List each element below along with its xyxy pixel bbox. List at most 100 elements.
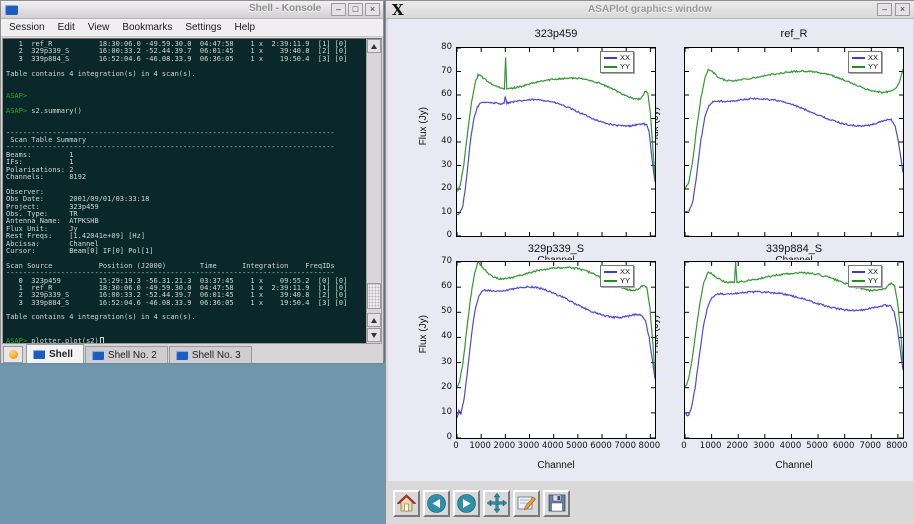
x-tick-label: 8000 xyxy=(634,441,664,451)
pan-icon xyxy=(487,493,507,513)
scroll-down-icon[interactable] xyxy=(367,328,381,342)
legend-swatch-xx xyxy=(852,271,865,273)
legend: XXYY xyxy=(600,265,634,287)
subplot-axes-ref-r[interactable] xyxy=(684,47,904,237)
x-tick-label: 5000 xyxy=(802,441,832,451)
y-tick-label: 10 xyxy=(430,207,452,217)
legend-label: XX xyxy=(868,267,878,276)
home-button[interactable] xyxy=(393,490,420,517)
y-tick-label: 20 xyxy=(430,382,452,392)
x-tick-label: 0 xyxy=(669,441,699,451)
legend: XXYY xyxy=(848,265,882,287)
asaplot-window: X ASAPlot graphics window – × 323p459 re… xyxy=(385,0,914,524)
x-axis-label: Channel xyxy=(456,460,656,471)
konsole-titlebar[interactable]: Shell - Konsole – □ × xyxy=(1,1,383,19)
y-tick-label: 20 xyxy=(430,183,452,193)
legend-label: YY xyxy=(868,62,878,71)
scroll-up-icon[interactable] xyxy=(367,39,381,53)
x-tick-label: 3000 xyxy=(749,441,779,451)
back-button[interactable] xyxy=(423,490,450,517)
subplot-title: 339p884_S xyxy=(684,243,904,255)
y-tick-label: 80 xyxy=(430,42,452,52)
minimize-button[interactable]: – xyxy=(331,3,346,16)
konsole-window-title: Shell - Konsole xyxy=(249,3,321,14)
legend: XXYY xyxy=(600,51,634,73)
legend-label: YY xyxy=(620,62,630,71)
asaplot-window-title: ASAPlot graphics window xyxy=(386,4,914,15)
asaplot-titlebar[interactable]: X ASAPlot graphics window – × xyxy=(386,1,914,19)
y-axis-label: Flux (Jy) xyxy=(418,107,429,145)
tab-shell-3[interactable]: Shell No. 3 xyxy=(169,346,252,363)
konsole-tabbar: Shell Shell No. 2 Shell No. 3 xyxy=(1,344,383,363)
legend-swatch-yy xyxy=(604,66,617,68)
back-icon xyxy=(427,494,446,513)
plot-toolbar xyxy=(388,481,914,524)
menu-help[interactable]: Help xyxy=(234,22,255,33)
scroll-up-icon[interactable] xyxy=(367,313,381,327)
legend-label: XX xyxy=(620,53,630,62)
terminal-output[interactable]: 1 ref_R 18:30:06.0 -49.59.30.0 04:47:58 … xyxy=(3,39,366,343)
menu-bookmarks[interactable]: Bookmarks xyxy=(122,22,172,33)
y-tick-label: 50 xyxy=(430,306,452,316)
tab-shell[interactable]: Shell xyxy=(26,344,84,363)
minimize-button[interactable]: – xyxy=(877,3,892,16)
tab-shell-label: Shell xyxy=(49,349,73,360)
x-tick-label: 2000 xyxy=(722,441,752,451)
legend-label: XX xyxy=(868,53,878,62)
y-axis-label: Flux (Jy) xyxy=(418,315,429,353)
y-tick-label: 30 xyxy=(430,357,452,367)
terminal-tab-icon xyxy=(176,351,188,360)
konsole-app-icon xyxy=(5,5,18,15)
terminal-scrollbar[interactable] xyxy=(366,39,381,343)
terminal-tab-icon xyxy=(92,351,104,360)
y-tick-label: 60 xyxy=(430,89,452,99)
subplot-title: ref_R xyxy=(684,28,904,40)
x-axis-label: Channel xyxy=(684,460,904,471)
forward-icon xyxy=(457,494,476,513)
x-tick-label: 6000 xyxy=(829,441,859,451)
x-tick-label: 8000 xyxy=(882,441,912,451)
new-session-button[interactable] xyxy=(3,346,23,363)
menu-view[interactable]: View xyxy=(88,22,110,33)
konsole-window: Shell - Konsole – □ × Session Edit View … xyxy=(0,0,384,361)
menu-edit[interactable]: Edit xyxy=(58,22,75,33)
session-lamp-icon xyxy=(9,350,18,359)
terminal-tab-icon xyxy=(33,350,45,359)
tab-shell-3-label: Shell No. 3 xyxy=(192,350,241,361)
subplot-axes-339p884s[interactable] xyxy=(684,261,904,439)
menu-session[interactable]: Session xyxy=(9,22,45,33)
subplot-axes-329p339s[interactable] xyxy=(456,261,656,439)
x-tick-label: 4000 xyxy=(775,441,805,451)
menu-settings[interactable]: Settings xyxy=(185,22,221,33)
subplot-title: 329p339_S xyxy=(456,243,656,255)
legend-swatch-xx xyxy=(852,57,865,59)
save-button[interactable] xyxy=(543,490,570,517)
legend-swatch-xx xyxy=(604,57,617,59)
y-tick-label: 70 xyxy=(430,66,452,76)
scrollbar-thumb[interactable] xyxy=(367,283,381,309)
y-tick-label: 40 xyxy=(430,331,452,341)
close-button[interactable]: × xyxy=(895,3,910,16)
subplot-axes-323p459[interactable] xyxy=(456,47,656,237)
y-tick-label: 50 xyxy=(430,113,452,123)
subplot-title: 323p459 xyxy=(456,28,656,40)
edit-button[interactable] xyxy=(513,490,540,517)
pan-button[interactable] xyxy=(483,490,510,517)
y-tick-label: 30 xyxy=(430,160,452,170)
y-tick-label: 40 xyxy=(430,136,452,146)
tab-shell-2-label: Shell No. 2 xyxy=(108,350,157,361)
edit-icon xyxy=(517,493,537,513)
forward-button[interactable] xyxy=(453,490,480,517)
close-button[interactable]: × xyxy=(365,3,380,16)
legend-label: YY xyxy=(868,276,878,285)
clipped-xlabel: Channel xyxy=(684,255,904,260)
legend-swatch-yy xyxy=(852,66,865,68)
y-tick-label: 60 xyxy=(430,281,452,291)
legend: XXYY xyxy=(848,51,882,73)
plot-canvas[interactable]: 323p459 ref_R 329p339_S 339p884_S Channe… xyxy=(388,19,913,481)
legend-swatch-yy xyxy=(604,280,617,282)
home-icon xyxy=(397,494,416,513)
legend-swatch-xx xyxy=(604,271,617,273)
maximize-button[interactable]: □ xyxy=(348,3,363,16)
tab-shell-2[interactable]: Shell No. 2 xyxy=(85,346,168,363)
